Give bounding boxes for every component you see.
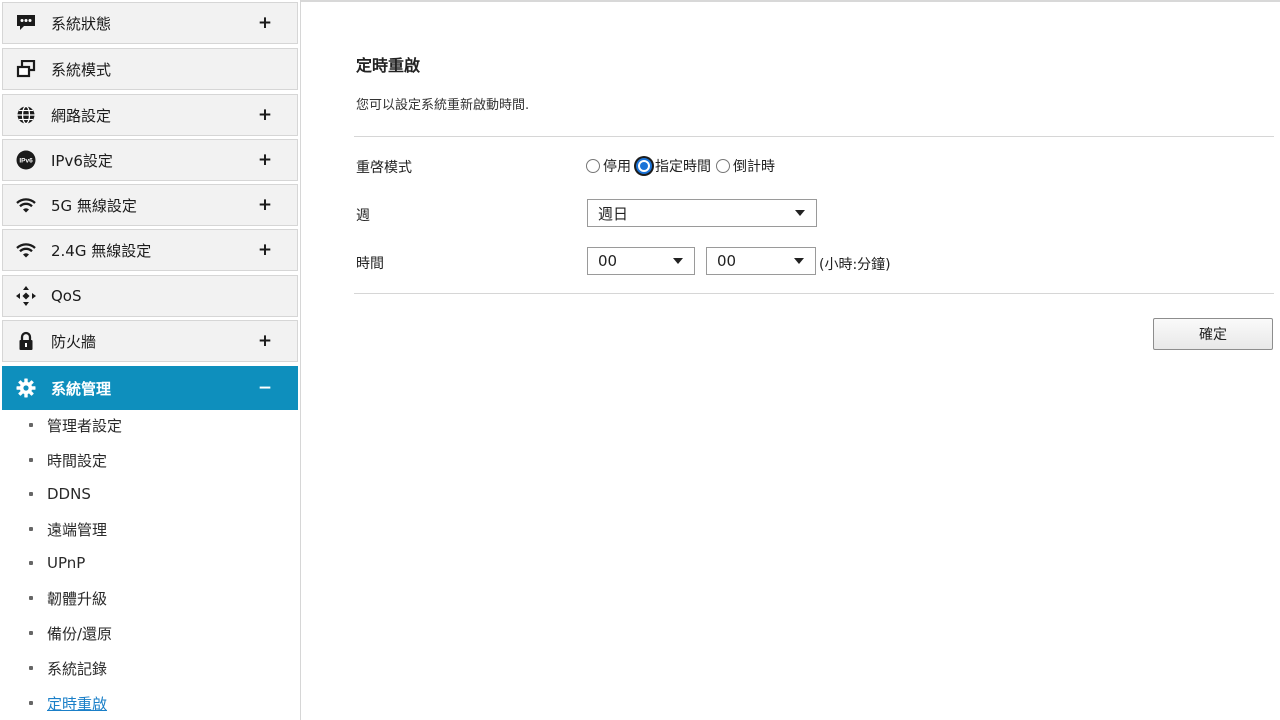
time-unit-hint: (小時:分鐘) (819, 257, 891, 273)
submenu-item-label: 遠端管理 (47, 520, 108, 539)
globe-icon (15, 104, 37, 126)
expand-icon: + (257, 105, 273, 125)
radio-specified-time-label[interactable]: 指定時間 (655, 156, 711, 176)
submenu-item-firmware-upgrade[interactable]: 韌體升級 (2, 582, 298, 614)
chevron-down-icon (794, 258, 804, 264)
expand-icon: + (257, 195, 273, 215)
bullet-icon (29, 492, 33, 496)
collapse-icon: − (257, 378, 273, 398)
bullet-icon (29, 631, 33, 635)
expand-icon: + (257, 13, 273, 33)
submenu-item-system-log[interactable]: 系統記錄 (2, 652, 298, 684)
hour-select[interactable]: 00 (587, 247, 695, 275)
bullet-icon (29, 561, 33, 565)
menu-item-system-status[interactable]: 系統狀態 + (2, 2, 298, 44)
menu-item-system-mode[interactable]: 系統模式 (2, 48, 298, 90)
submenu-item-label: 韌體升級 (47, 589, 108, 608)
menu-item-label: 系統狀態 (51, 14, 112, 33)
menu-item-label: IPv6設定 (51, 151, 113, 170)
divider (354, 136, 1274, 137)
expand-icon: + (257, 331, 273, 351)
week-select-value: 週日 (598, 204, 629, 223)
bullet-icon (29, 458, 33, 462)
menu-item-label: 5G 無線設定 (51, 196, 137, 215)
menu-item-label: 系統管理 (51, 379, 112, 398)
gear-icon (15, 377, 37, 399)
time-label: 時間 (356, 256, 384, 272)
submenu-item-label: DDNS (47, 485, 91, 503)
ipv6-icon: IPv6 (15, 149, 37, 171)
week-select[interactable]: 週日 (587, 199, 817, 227)
menu-item-label: 2.4G 無線設定 (51, 241, 152, 260)
submenu-item-scheduled-reboot[interactable]: 定時重啟 (2, 687, 298, 719)
radio-specified-time[interactable] (636, 158, 652, 174)
week-label: 週 (356, 208, 370, 224)
lock-icon (15, 330, 37, 352)
menu-item-ipv6-settings[interactable]: IPv6 IPv6設定 + (2, 139, 298, 181)
menu-item-24g-wireless[interactable]: 2.4G 無線設定 + (2, 229, 298, 271)
expand-icon: + (257, 240, 273, 260)
menu-item-network-settings[interactable]: 網路設定 + (2, 94, 298, 136)
menu-item-label: QoS (51, 287, 82, 305)
qos-arrows-icon (15, 285, 37, 307)
page-description: 您可以設定系統重新啟動時間. (356, 98, 530, 113)
submenu-item-label: UPnP (47, 554, 86, 572)
radio-countdown[interactable] (716, 159, 730, 173)
menu-item-label: 防火牆 (51, 332, 97, 351)
minute-select[interactable]: 00 (706, 247, 816, 275)
bullet-icon (29, 701, 33, 705)
chat-bubble-icon (15, 12, 37, 34)
chevron-down-icon (673, 258, 683, 264)
submenu-item-backup-restore[interactable]: 備份/還原 (2, 617, 298, 649)
ipv6-icon-text: IPv6 (19, 158, 33, 165)
submenu-item-label: 管理者設定 (47, 416, 123, 435)
minute-select-value: 00 (717, 252, 737, 270)
radio-disabled[interactable] (586, 159, 600, 173)
menu-item-qos[interactable]: QoS (2, 275, 298, 317)
submenu-item-label: 系統記錄 (47, 659, 108, 678)
hour-select-value: 00 (598, 252, 618, 270)
bullet-icon (29, 423, 33, 427)
windows-icon (15, 58, 37, 80)
menu-item-label: 系統模式 (51, 60, 112, 79)
chevron-down-icon (795, 210, 805, 216)
reboot-mode-label: 重啓模式 (356, 160, 412, 176)
submenu-item-admin-settings[interactable]: 管理者設定 (2, 409, 298, 441)
submenu-item-label: 備份/還原 (47, 624, 113, 643)
bullet-icon (29, 527, 33, 531)
menu-item-system-management[interactable]: 系統管理 − (2, 366, 298, 410)
submenu-item-label: 定時重啟 (47, 694, 108, 713)
menu-item-firewall[interactable]: 防火牆 + (2, 320, 298, 362)
expand-icon: + (257, 150, 273, 170)
submenu-item-label: 時間設定 (47, 451, 108, 470)
submenu-item-ddns[interactable]: DDNS (2, 478, 298, 510)
submenu-item-remote-management[interactable]: 遠端管理 (2, 513, 298, 545)
sidebar: 系統狀態 + 系統模式 網路設定 + IPv6 IPv6設定 + 5G 無線設定… (0, 0, 301, 720)
page-title: 定時重啟 (356, 56, 421, 75)
submenu-item-upnp[interactable]: UPnP (2, 547, 298, 579)
divider (354, 293, 1274, 294)
confirm-button[interactable]: 確定 (1153, 318, 1273, 350)
bullet-icon (29, 596, 33, 600)
main-content: 定時重啟 您可以設定系統重新啟動時間. 重啓模式 停用 指定時間 倒計時 週 週… (300, 0, 1280, 720)
wifi-icon (15, 239, 37, 261)
radio-countdown-label[interactable]: 倒計時 (733, 156, 775, 176)
reboot-mode-radio-group: 停用 指定時間 倒計時 (586, 153, 780, 179)
menu-item-5g-wireless[interactable]: 5G 無線設定 + (2, 184, 298, 226)
radio-disabled-label[interactable]: 停用 (603, 156, 631, 176)
wifi-icon (15, 194, 37, 216)
submenu-item-time-settings[interactable]: 時間設定 (2, 444, 298, 476)
menu-item-label: 網路設定 (51, 106, 112, 125)
bullet-icon (29, 666, 33, 670)
